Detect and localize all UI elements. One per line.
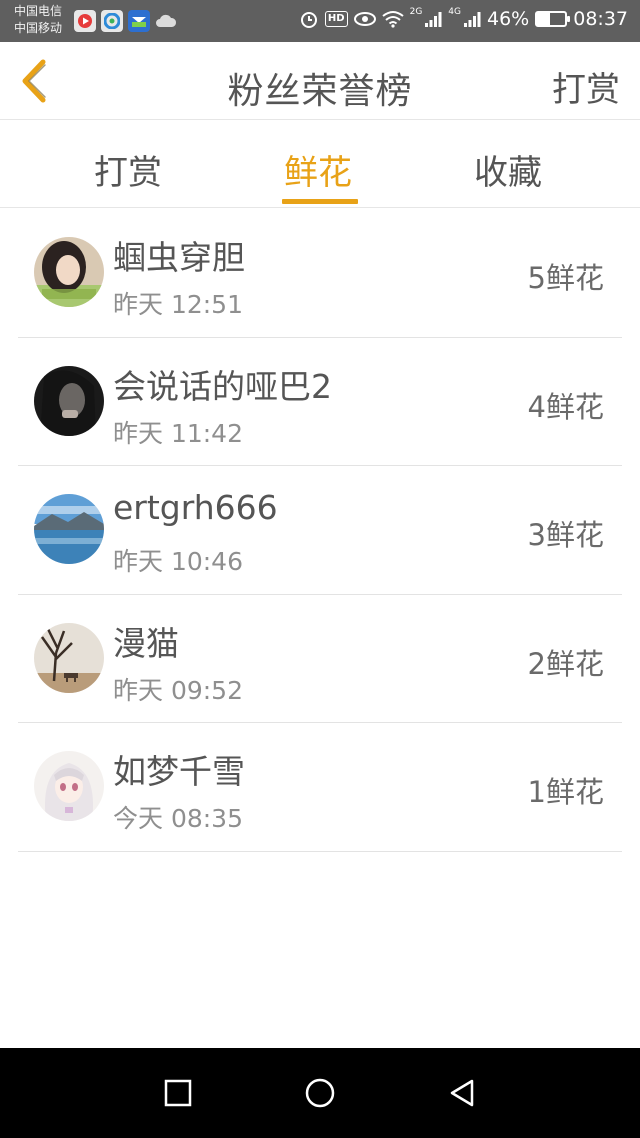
- status-right: HD 2G 4G 46% 08:37: [299, 7, 628, 30]
- list-item[interactable]: 漫猫 昨天 09:52 2鲜花: [18, 595, 622, 723]
- list-item[interactable]: 如梦千雪 今天 08:35 1鲜花: [18, 723, 622, 852]
- eye-icon: [353, 12, 376, 26]
- avatar: [34, 365, 104, 436]
- fan-time: 昨天 10:46: [113, 547, 243, 576]
- list-item[interactable]: ertgrh666 昨天 10:46 3鲜花: [18, 466, 622, 595]
- video-app-icon: [74, 10, 96, 32]
- fan-time: 昨天 09:52: [113, 675, 243, 705]
- fan-name: 如梦千雪: [113, 752, 245, 791]
- nav-back-button[interactable]: [442, 1076, 482, 1110]
- signal-4g-icon: [464, 12, 481, 27]
- tab-favorites[interactable]: 收藏: [474, 145, 542, 194]
- fan-time: 今天 08:35: [113, 804, 243, 833]
- girl-portrait-icon: [34, 237, 104, 307]
- home-icon: [305, 1078, 335, 1108]
- app-header: 粉丝荣誉榜 打赏: [0, 42, 640, 120]
- fan-time: 昨天 12:51: [113, 290, 243, 319]
- tree-bench-icon: [34, 622, 104, 693]
- browser-app-icon: [101, 10, 123, 32]
- dark-portrait-icon: [34, 365, 104, 436]
- back-triangle-icon: [450, 1079, 474, 1107]
- battery-percent: 46%: [487, 8, 530, 30]
- carrier-2: 中国移动: [14, 21, 63, 35]
- recent-apps-button[interactable]: [158, 1076, 198, 1110]
- avatar: [34, 751, 104, 821]
- avatar: [34, 237, 104, 307]
- flower-count: 3鲜花: [527, 518, 604, 552]
- list-item[interactable]: 会说话的哑巴2 昨天 11:42 4鲜花: [18, 338, 622, 466]
- network-4g-label: 4G: [448, 7, 461, 17]
- mail-app-icon: [128, 10, 150, 32]
- active-tab-indicator: [282, 199, 358, 204]
- hd-badge: HD: [324, 11, 348, 27]
- list-item[interactable]: 蝈虫穿胆 昨天 12:51 5鲜花: [18, 209, 622, 338]
- reward-action-button[interactable]: 打赏: [552, 62, 620, 111]
- fan-name: 会说话的哑巴2: [113, 366, 332, 406]
- flower-count: 5鲜花: [527, 261, 604, 295]
- system-nav-bar: [0, 1048, 640, 1138]
- fan-name: 漫猫: [113, 623, 179, 663]
- wifi-icon: [381, 11, 404, 28]
- flower-count: 4鲜花: [527, 389, 604, 424]
- signal-2g-icon: [425, 12, 442, 27]
- flower-count: 2鲜花: [527, 646, 604, 681]
- status-bar: 中国电信 中国移动 HD 2G 4G 46% 08:37: [0, 0, 640, 42]
- alarm-icon: [300, 12, 317, 28]
- fan-name: 蝈虫穿胆: [113, 238, 245, 277]
- fan-time: 昨天 11:42: [113, 418, 243, 448]
- avatar: [34, 494, 104, 564]
- network-2g-label: 2G: [409, 7, 423, 17]
- fan-name: ertgrh666: [113, 488, 278, 527]
- home-button[interactable]: [300, 1076, 340, 1110]
- carrier-info: 中国电信 中国移动: [14, 3, 62, 37]
- battery-fill: [537, 13, 551, 25]
- flower-count: 1鲜花: [527, 775, 604, 809]
- tab-flowers[interactable]: 鲜花: [284, 145, 352, 194]
- carrier-1: 中国电信: [14, 4, 63, 18]
- avatar: [34, 622, 104, 693]
- recent-apps-icon: [164, 1079, 192, 1107]
- anime-girl-icon: [34, 751, 104, 821]
- tab-reward[interactable]: 打赏: [94, 145, 162, 194]
- cloud-icon: [155, 10, 177, 32]
- tab-bar: 打赏 鲜花 收藏: [0, 121, 640, 208]
- fan-ranking-list: 蝈虫穿胆 昨天 12:51 5鲜花 会说话的哑巴2 昨天 11:42 4鲜花 e…: [18, 209, 622, 852]
- battery-icon: [535, 11, 571, 27]
- page-title: 粉丝荣誉榜: [227, 71, 413, 112]
- notification-icons: [74, 10, 177, 32]
- clock: 08:37: [573, 8, 628, 30]
- lake-landscape-icon: [34, 494, 104, 564]
